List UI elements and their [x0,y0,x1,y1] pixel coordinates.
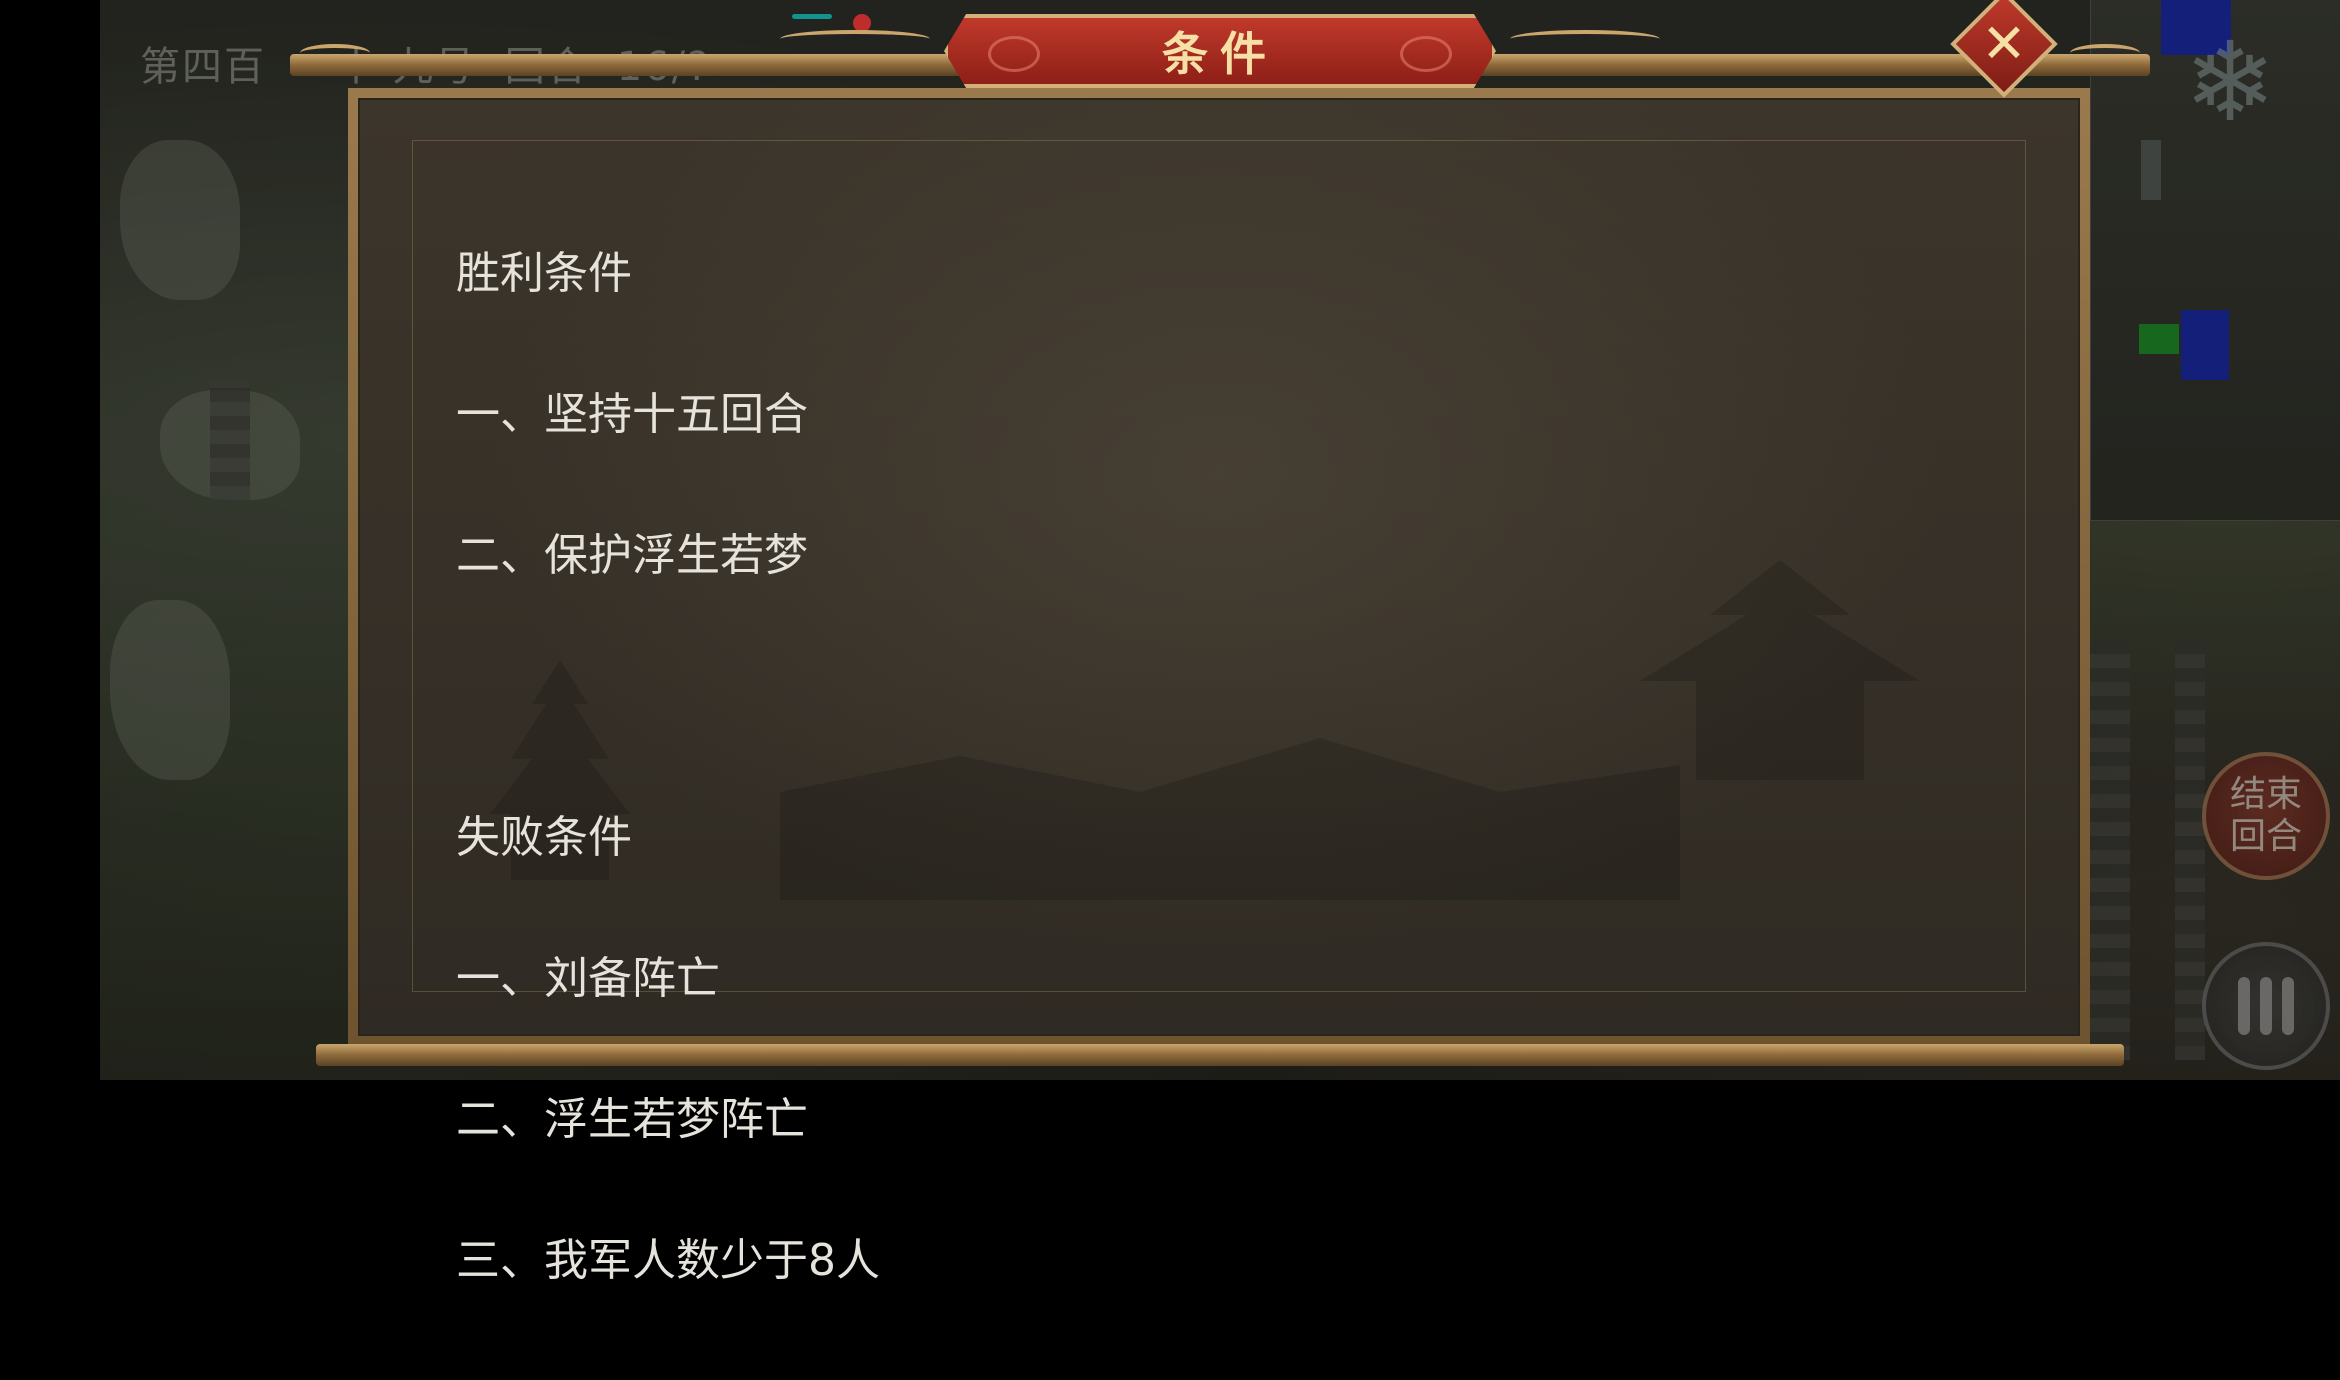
scroll-ornament [1510,30,1660,48]
defeat-heading: 失败条件 [456,812,632,863]
dialog-panel: 胜利条件 一、坚持十五回合 二、保护浮生若梦 失败条件 一、刘备阵亡 二、浮生若… [358,98,2080,1284]
victory-item: 一、坚持十五回合 [456,389,808,440]
scroll-ornament [2070,44,2140,62]
section-gap [456,673,880,720]
dialog-title: 条件 [1162,27,1278,81]
defeat-item: 二、浮生若梦阵亡 [456,1094,808,1145]
swirl-ornament [1400,36,1452,72]
defeat-item: 一、刘备阵亡 [456,953,720,1004]
victory-item: 二、保护浮生若梦 [456,530,808,581]
defeat-item: 三、我军人数少于8人 [456,1235,880,1286]
close-icon[interactable]: ✕ [1966,6,2042,82]
swirl-ornament [988,36,1040,72]
dialog-title-banner: 条件 [944,14,1496,88]
conditions-text: 胜利条件 一、坚持十五回合 二、保护浮生若梦 失败条件 一、刘备阵亡 二、浮生若… [456,156,880,1378]
victory-heading: 胜利条件 [456,248,632,299]
scroll-ornament [300,44,370,62]
conditions-dialog: 胜利条件 一、坚持十五回合 二、保护浮生若梦 失败条件 一、刘备阵亡 二、浮生若… [348,88,2090,1284]
dialog-bottom-rail [316,1044,2124,1066]
scroll-ornament [780,30,930,48]
